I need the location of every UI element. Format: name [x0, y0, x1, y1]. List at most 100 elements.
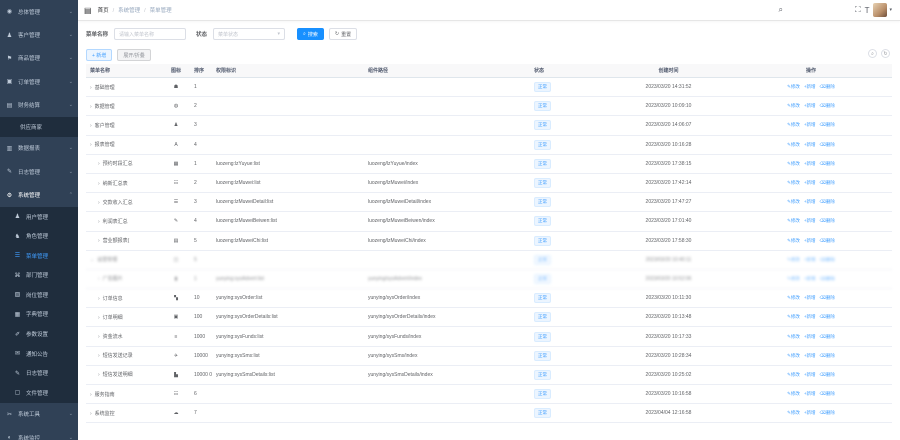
add-child-button[interactable]: +新增 [804, 410, 816, 415]
add-child-button[interactable]: +新增 [804, 391, 816, 396]
chevron-right-icon[interactable]: › [98, 200, 100, 206]
add-button[interactable]: + 新增 [86, 49, 113, 61]
search-button[interactable]: ⌕ 搜索 [297, 28, 324, 40]
add-child-button[interactable]: +新增 [804, 84, 816, 89]
sidebar-item[interactable]: ✐ 参数设置 [0, 324, 78, 344]
add-child-button[interactable]: +新增 [804, 103, 816, 108]
delete-button[interactable]: ⌫删除 [820, 142, 835, 147]
edit-button[interactable]: ✎修改 [787, 180, 800, 185]
table-row[interactable]: › 基础管理 ☗ 1 正常 2023/03/20 14:31:52 ✎修改 +新增 ⌫删除 [86, 78, 892, 98]
add-child-button[interactable]: +新增 [804, 334, 816, 339]
chevron-right-icon[interactable]: › [98, 372, 100, 378]
status-select[interactable]: 菜单状态 ▾ [213, 28, 286, 40]
add-child-button[interactable]: +新增 [804, 276, 816, 281]
chevron-right-icon[interactable]: › [90, 104, 92, 110]
search-toggle-icon[interactable]: ⌕ [868, 49, 877, 58]
table-row[interactable]: › 纳新汇总表 ☷ 2 luozeng:lzMuwei:list luozeng/lzMu… [86, 174, 892, 194]
sidebar-item[interactable]: ◉ 总体管理 ⌄ [0, 0, 78, 23]
chevron-right-icon[interactable]: › [98, 296, 100, 302]
menu-name-input[interactable]: 请输入菜单名称 [114, 28, 187, 40]
table-row[interactable]: › 订单明细 ▣ 100 yunying:sysOrderDetails:list yun… [86, 308, 892, 328]
sidebar-item[interactable]: ▥ 数据报表 ⌄ [0, 137, 78, 160]
edit-button[interactable]: ✎修改 [787, 257, 800, 262]
add-child-button[interactable]: +新增 [804, 295, 816, 300]
sidebar-item[interactable]: ♞ 角色管理 [0, 226, 78, 246]
chevron-right-icon[interactable]: › [98, 181, 100, 187]
delete-button[interactable]: ⌫删除 [820, 180, 835, 185]
add-child-button[interactable]: +新增 [804, 142, 816, 147]
table-row[interactable]: › 利润表汇总 ✎ 4 luozeng:lzMuweiBeiwen:list luozen… [86, 212, 892, 232]
chevron-right-icon[interactable]: › [90, 142, 92, 148]
add-child-button[interactable]: +新增 [804, 372, 816, 377]
delete-button[interactable]: ⌫删除 [820, 353, 835, 358]
font-size-icon[interactable]: T [865, 6, 870, 15]
edit-button[interactable]: ✎修改 [787, 276, 800, 281]
table-row[interactable]: › 交款收入汇总 ☰ 3 luozeng:lzMuweiDetail:list luoze… [86, 193, 892, 213]
chevron-down-icon[interactable]: ▾ [889, 7, 892, 13]
chevron-right-icon[interactable]: › [90, 392, 92, 398]
add-child-button[interactable]: +新增 [804, 314, 816, 319]
table-row[interactable]: › 服务指南 ☷ 6 正常 2023/03/20 10:16:58 ✎修改 +新增 ⌫删除 [86, 385, 892, 405]
delete-button[interactable]: ⌫删除 [820, 199, 835, 204]
sidebar-item[interactable]: ▧ 岗位管理 [0, 285, 78, 305]
edit-button[interactable]: ✎修改 [787, 314, 800, 319]
edit-button[interactable]: ✎修改 [787, 84, 800, 89]
chevron-right-icon[interactable]: › [98, 276, 100, 282]
edit-button[interactable]: ✎修改 [787, 410, 800, 415]
chevron-right-icon[interactable]: › [98, 238, 100, 244]
table-row[interactable]: › 系统监控 ☁ 7 正常 2023/04/04 12:16:58 ✎修改 +新增 ⌫删除 [86, 404, 892, 424]
sidebar-item[interactable]: 供应商家 [0, 116, 78, 137]
edit-button[interactable]: ✎修改 [787, 353, 800, 358]
table-row[interactable]: › 资金流水 ≡ 1000 yunying:sysFunds:list yunying/s… [86, 327, 892, 347]
edit-button[interactable]: ✎修改 [787, 372, 800, 377]
sidebar-item[interactable]: ⚙ 系统管理 ⌃ [0, 183, 78, 206]
delete-button[interactable]: ⌫删除 [820, 84, 835, 89]
table-row[interactable]: › 营业额报表(▤ 5 luozeng:lzMuweiChi:list luozeng/… [86, 232, 892, 251]
search-icon[interactable]: ⌕ [779, 5, 783, 15]
sidebar-item[interactable]: ♟ 客户管理 ⌄ [0, 23, 78, 46]
delete-button[interactable]: ⌫删除 [820, 391, 835, 396]
chevron-right-icon[interactable]: › [90, 411, 92, 417]
sidebar-item[interactable]: ✉ 通知公告 [0, 343, 78, 364]
sidebar-item[interactable]: ⌘ 部门管理 [0, 265, 78, 286]
breadcrumb-item[interactable]: 系统管理 [118, 8, 140, 14]
table-row[interactable]: › 客户管理 ♟ 3 正常 2023/03/20 14:06:07 ✎修改 +新增 ⌫删除 [86, 116, 892, 136]
chevron-right-icon[interactable]: › [98, 161, 100, 167]
table-row[interactable]: › 订单信息 ▚ 10 yunying:sysOrder:list yunying/sys… [86, 289, 892, 309]
delete-button[interactable]: ⌫删除 [820, 161, 835, 166]
edit-button[interactable]: ✎修改 [787, 142, 800, 147]
edit-button[interactable]: ✎修改 [787, 334, 800, 339]
fullscreen-icon[interactable]: ⛶ [855, 5, 861, 15]
chevron-right-icon[interactable]: › [98, 315, 100, 321]
delete-button[interactable]: ⌫删除 [820, 103, 835, 108]
sidebar-item[interactable]: ▢ 文件管理 [0, 383, 78, 403]
delete-button[interactable]: ⌫删除 [820, 257, 835, 262]
avatar[interactable] [873, 3, 888, 17]
sidebar-item[interactable]: ✂ 系统工具 ⌄ [0, 403, 78, 426]
edit-button[interactable]: ✎修改 [787, 391, 800, 396]
sidebar-item[interactable]: ▣ 订单管理 ⌄ [0, 70, 78, 93]
expand-toggle-button[interactable]: 展开/折叠 [117, 49, 151, 61]
table-row[interactable]: › 报表管理 A 4 正常 2023/03/20 10:16:28 ✎修改 +新增 ⌫删除 [86, 136, 892, 155]
delete-button[interactable]: ⌫删除 [820, 314, 835, 319]
table-row[interactable]: ⌄ 运营管理 ◫ 5 正常 2023/03/20 10:40:11 ✎修改 +新增 ⌫删除 [86, 251, 892, 270]
reset-button[interactable]: ↻ 重置 [328, 28, 358, 40]
add-child-button[interactable]: +新增 [804, 161, 816, 166]
table-row[interactable]: › 短信发送记录 ✈ 10000 yunying:sysSms:list yunying/… [86, 347, 892, 366]
chevron-right-icon[interactable]: › [98, 219, 100, 225]
edit-button[interactable]: ✎修改 [787, 295, 800, 300]
delete-button[interactable]: ⌫删除 [820, 295, 835, 300]
sidebar-item[interactable]: ▦ 字典管理 [0, 304, 78, 325]
table-row[interactable]: › 短信发送明细 ▙ 10000 0 yunying:sysSmsDetails:lis… [86, 366, 892, 385]
sidebar-item[interactable]: ✎ 日志管理 [0, 363, 78, 384]
edit-button[interactable]: ✎修改 [787, 199, 800, 204]
sidebar-item[interactable]: ◐ 系统监控 ⌄ [0, 426, 78, 440]
add-child-button[interactable]: +新增 [804, 122, 816, 127]
edit-button[interactable]: ✎修改 [787, 238, 800, 243]
edit-button[interactable]: ✎修改 [787, 161, 800, 166]
chevron-right-icon[interactable]: › [90, 123, 92, 129]
sidebar-item[interactable]: ⚑ 商品管理 ⌄ [0, 47, 78, 70]
delete-button[interactable]: ⌫删除 [820, 218, 835, 223]
add-child-button[interactable]: +新增 [804, 353, 816, 358]
add-child-button[interactable]: +新增 [804, 218, 816, 223]
